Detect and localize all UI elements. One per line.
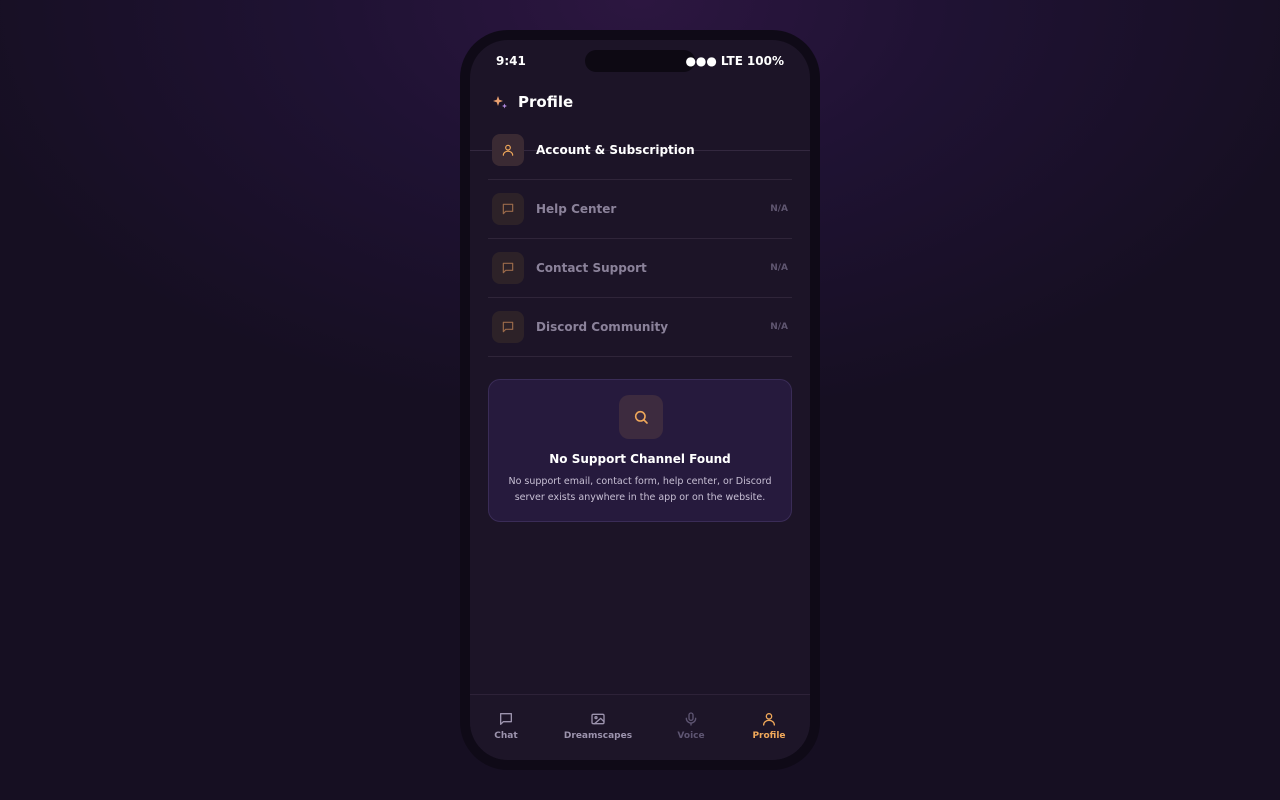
tab-label: Voice <box>677 731 705 741</box>
notice-title: No Support Channel Found <box>549 452 731 466</box>
tab-chat[interactable]: Chat <box>470 711 546 741</box>
status-indicators: ●●● LTE 100% <box>685 54 784 68</box>
menu-icon-container <box>492 193 524 225</box>
tab-label: Chat <box>494 731 518 741</box>
battery-level: 100% <box>746 54 784 68</box>
menu-icon-container <box>492 134 524 166</box>
menu-item-label: Discord Community <box>536 320 669 334</box>
message-square-icon <box>502 321 514 333</box>
status-bar: 9:41 ●●● LTE 100% <box>470 40 810 84</box>
notice-description: No support email, contact form, help cen… <box>508 476 772 503</box>
menu-item-help-center[interactable]: Help Center N/A <box>488 180 792 239</box>
sparkle-logo-icon <box>493 96 507 109</box>
tab-profile[interactable]: Profile <box>729 711 809 741</box>
tab-voice[interactable]: Voice <box>651 711 731 741</box>
signal-dots: ●●● <box>685 54 717 68</box>
network-type: LTE <box>720 54 743 68</box>
menu-icon-container <box>492 311 524 343</box>
menu-item-label: Help Center <box>536 202 617 216</box>
menu-item-discord-community[interactable]: Discord Community N/A <box>488 298 792 357</box>
menu-icon-container <box>492 252 524 284</box>
no-support-notice-card: No Support Channel Found No support emai… <box>488 379 792 522</box>
search-icon <box>634 410 648 424</box>
status-time: 9:41 <box>496 54 526 68</box>
menu-item-label: Contact Support <box>536 261 647 275</box>
microphone-icon <box>685 712 697 726</box>
menu-item-account-subscription[interactable]: Account & Subscription <box>488 121 792 180</box>
tab-label: Dreamscapes <box>563 731 633 741</box>
tab-label: Profile <box>752 731 786 741</box>
page-title: Profile <box>518 93 574 111</box>
chat-icon <box>500 713 512 725</box>
message-square-icon <box>502 262 514 274</box>
dynamic-island <box>585 50 695 72</box>
menu-item-value: N/A <box>770 204 788 214</box>
menu-item-value: N/A <box>770 322 788 332</box>
user-icon <box>502 144 514 156</box>
menu-item-value: N/A <box>770 263 788 273</box>
bottom-tab-bar: Chat Dreamscapes Voice Profile <box>470 694 810 760</box>
menu-item-label: Account & Subscription <box>536 143 695 157</box>
image-icon <box>591 713 605 725</box>
settings-menu: Account & Subscription Help Center N/A C… <box>488 121 792 357</box>
user-icon <box>763 713 775 726</box>
message-square-icon <box>502 203 514 215</box>
phone-screen: 9:41 ●●● LTE 100% Profile Account & Subs… <box>470 40 810 760</box>
tab-dreamscapes[interactable]: Dreamscapes <box>558 711 638 741</box>
phone-frame: 9:41 ●●● LTE 100% Profile Account & Subs… <box>460 30 820 770</box>
menu-item-contact-support[interactable]: Contact Support N/A <box>488 239 792 298</box>
notice-icon-container <box>619 395 663 439</box>
